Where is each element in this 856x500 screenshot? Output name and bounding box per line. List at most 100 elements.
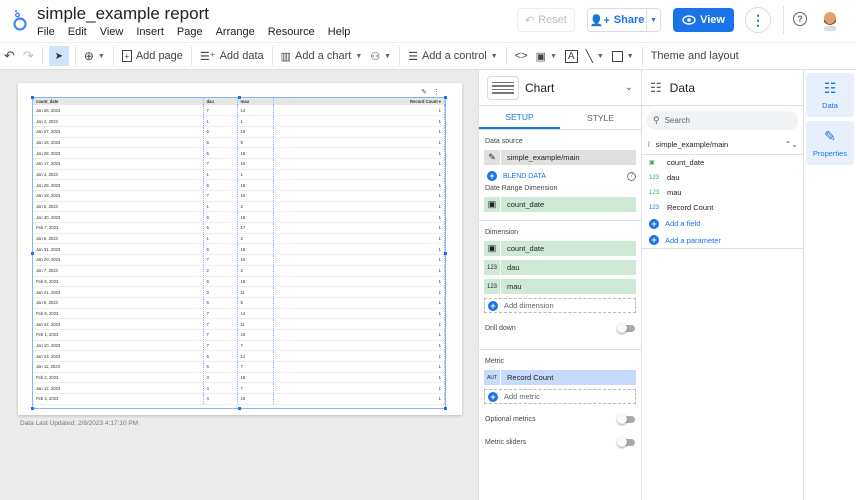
table-row[interactable]: Jan 23, 2023 6 12 1 [33, 350, 445, 362]
resize-handle[interactable] [238, 407, 241, 410]
table-row[interactable]: Jan 31, 2023 6 15 1 [33, 243, 445, 256]
chart-type-selector[interactable]: Chart ⌄ [479, 70, 641, 106]
select-tool-button[interactable]: ➤ [48, 46, 69, 66]
menu-insert[interactable]: Insert [136, 26, 164, 38]
data-source-row[interactable]: ⌇ simple_example/main ⌃⌄ [642, 135, 803, 155]
report-title[interactable]: simple_example report [37, 4, 209, 24]
collapse-icon[interactable]: ⌃⌄ [785, 140, 798, 149]
redo-button[interactable]: ↷ [19, 43, 38, 69]
table-row[interactable]: Feb 8, 2023 6 15 1 [33, 276, 445, 288]
table-row[interactable]: Jan 26, 2023 7 14 1 [33, 105, 445, 117]
table-row[interactable]: Feb 7, 2023 5 17 1 [33, 222, 445, 234]
edit-pencil-icon[interactable]: ✎ [484, 150, 501, 165]
add-page-button[interactable]: + Add page [118, 43, 187, 69]
community-viz-button[interactable]: ⚇ ▼ [366, 43, 395, 69]
add-parameter-button[interactable]: + Add a parameter [642, 232, 803, 249]
table-row[interactable]: Jan 9, 2023 5 5 1 [33, 297, 445, 309]
field-item[interactable]: 123 dau [642, 170, 803, 185]
field-item[interactable]: 123 mau [642, 185, 803, 200]
table-row[interactable]: Feb 1, 2023 7 16 1 [33, 329, 445, 341]
menu-view[interactable]: View [100, 26, 124, 38]
table-row[interactable]: Feb 9, 2023 7 14 1 [33, 308, 445, 320]
table-row[interactable]: Jan 18, 2023 7 10 1 [33, 190, 445, 202]
resize-handle[interactable] [31, 96, 34, 99]
help-icon[interactable]: ? [627, 171, 636, 181]
line-button[interactable]: ╲ ▼ [582, 43, 608, 69]
menu-resource[interactable]: Resource [268, 26, 315, 38]
share-dropdown-button[interactable]: ▼ [646, 9, 660, 31]
table-row[interactable]: Jan 21, 2023 3 11 1 [33, 286, 445, 298]
field-item[interactable]: ▣ count_date [642, 155, 803, 170]
resize-handle[interactable] [444, 252, 447, 255]
dimension-chip[interactable]: ▣ count_date [484, 241, 636, 256]
resize-handle[interactable] [444, 407, 447, 410]
table-row[interactable]: Jan 7, 2023 2 2 1 [33, 265, 445, 277]
theme-layout-button[interactable]: Theme and layout [647, 43, 743, 69]
table-row[interactable]: Feb 2, 2023 3 16 1 [33, 372, 445, 384]
resize-handle[interactable] [238, 96, 241, 99]
rail-data-button[interactable]: ☷ Data [806, 73, 854, 117]
column-header-mau[interactable]: mau [237, 98, 274, 105]
resize-handle[interactable] [31, 252, 34, 255]
add-chart-button[interactable]: ▥ Add a chart ▼ [277, 43, 367, 69]
table-row[interactable]: Jan 29, 2023 6 15 1 [33, 179, 445, 191]
resize-handle[interactable] [31, 407, 34, 410]
column-header-count-date[interactable]: count_date [33, 98, 204, 105]
add-dimension-button[interactable]: + Add dimension [484, 298, 636, 313]
drill-down-toggle[interactable] [617, 322, 635, 333]
add-metric-button[interactable]: + Add metric [484, 389, 636, 404]
blend-data-button[interactable]: + BLEND DATA ? [484, 169, 636, 183]
dimension-chip[interactable]: 123 dau [484, 260, 636, 275]
looker-studio-logo[interactable] [12, 8, 28, 32]
edit-pencil-icon[interactable]: ✎ [421, 88, 427, 96]
text-button[interactable]: A [561, 43, 582, 69]
dimension-chip[interactable]: 123 mau [484, 279, 636, 294]
table-row[interactable]: Jan 2, 2023 1 1 1 [33, 115, 445, 127]
date-range-dimension-field[interactable]: ▣ count_date [484, 197, 636, 212]
metric-sliders-toggle[interactable] [617, 436, 635, 447]
aggregation-badge[interactable]: AUT [484, 370, 501, 385]
table-row[interactable]: Jan 12, 2023 4 7 1 [33, 382, 445, 395]
menu-file[interactable]: File [37, 26, 55, 38]
add-data-button[interactable]: ☰⁺ Add data [196, 43, 268, 69]
user-avatar[interactable] [820, 9, 840, 31]
add-control-button[interactable]: ☰ Add a control ▼ [404, 43, 502, 69]
help-icon[interactable]: ? [793, 12, 807, 26]
column-header-record-count[interactable]: Record Count ▾ [273, 98, 445, 105]
table-row[interactable]: Jan 30, 2023 6 15 1 [33, 211, 445, 224]
resize-handle[interactable] [444, 96, 447, 99]
menu-arrange[interactable]: Arrange [216, 26, 255, 38]
table-row[interactable]: Jan 11, 2023 5 7 1 [33, 361, 445, 373]
table-row[interactable]: Jan 22, 2023 7 11 1 [33, 318, 445, 330]
table-row[interactable]: Jan 6, 2023 1 2 1 [33, 233, 445, 245]
reset-button[interactable]: ↶ Reset [517, 8, 575, 32]
more-vert-icon[interactable]: ⋮ [433, 88, 440, 96]
shape-button[interactable]: ▼ [608, 43, 638, 69]
more-options-button[interactable]: ⋮ [745, 7, 771, 33]
table-row[interactable]: Jan 16, 2023 5 9 1 [33, 137, 445, 149]
table-row[interactable]: Jan 28, 2023 5 15 1 [33, 147, 445, 159]
table-row[interactable]: Jan 17, 2023 7 10 1 [33, 158, 445, 170]
tab-style[interactable]: STYLE [560, 106, 641, 129]
undo-button[interactable]: ↶ [0, 43, 19, 69]
embed-url-button[interactable]: <> [511, 43, 532, 69]
metric-chip[interactable]: AUT Record Count [484, 370, 636, 385]
menu-page[interactable]: Page [177, 26, 203, 38]
table-row[interactable]: Jan 5, 2023 1 2 1 [33, 201, 445, 213]
view-button[interactable]: View [673, 8, 734, 32]
menu-edit[interactable]: Edit [68, 26, 87, 38]
table-row[interactable]: Feb 3, 2023 4 16 1 [33, 393, 445, 405]
tab-setup[interactable]: SETUP [479, 106, 560, 129]
table-chart[interactable]: count_date dau mau Record Count ▾ Jan 26… [31, 96, 447, 410]
table-row[interactable]: Jan 20, 2023 7 10 1 [33, 254, 445, 266]
rail-properties-button[interactable]: ✎ Properties [806, 121, 854, 165]
field-search-input[interactable]: ⚲ Search [647, 111, 798, 130]
data-source-field[interactable]: ✎ simple_example/main [484, 150, 636, 165]
share-button[interactable]: 👤+ Share [588, 14, 646, 27]
zoom-button[interactable]: ⊕ ▼ [80, 43, 109, 69]
field-item[interactable]: 123 Record Count [642, 200, 803, 215]
optional-metrics-toggle[interactable] [617, 413, 635, 424]
menu-help[interactable]: Help [328, 26, 351, 38]
image-button[interactable]: ▣ ▼ [532, 43, 561, 69]
table-row[interactable]: Jan 4, 2023 1 1 1 [33, 169, 445, 181]
